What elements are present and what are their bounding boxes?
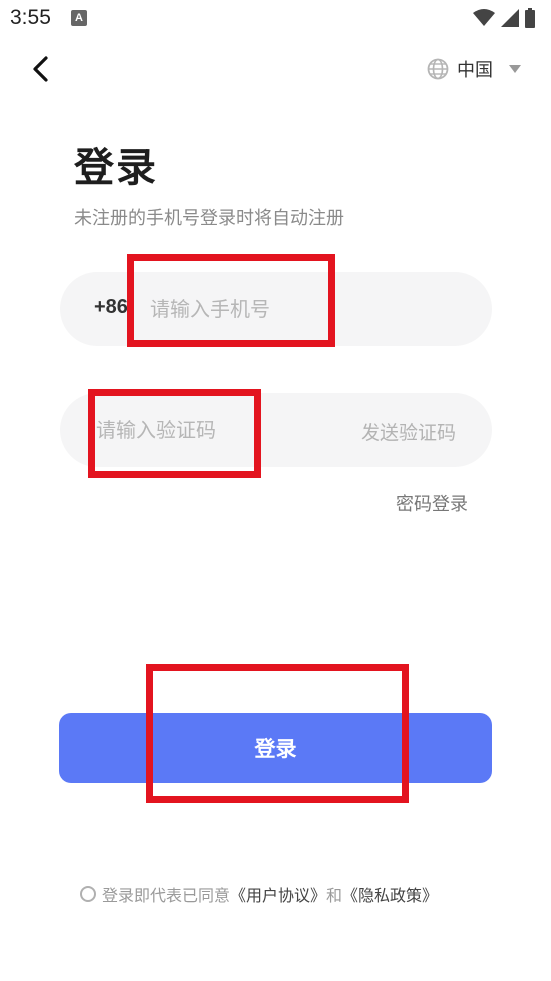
caret-down-icon <box>509 65 521 73</box>
wifi-icon <box>473 9 495 26</box>
signal-icon <box>501 9 519 27</box>
privacy-policy-link[interactable]: 《隐私政策》 <box>342 882 438 906</box>
login-button[interactable]: 登录 <box>59 713 492 783</box>
phone-field: +86 <box>60 272 492 346</box>
password-login-link[interactable]: 密码登录 <box>396 490 468 516</box>
agreement-row: 登录即代表已同意 《用户协议》 和 《隐私政策》 <box>80 882 438 906</box>
user-agreement-link[interactable]: 《用户协议》 <box>230 882 326 906</box>
region-selector[interactable]: 中国 <box>427 56 521 82</box>
page-subtitle: 未注册的手机号登录时将自动注册 <box>74 208 344 229</box>
notification-app-icon: A <box>71 10 87 26</box>
battery-icon <box>525 8 535 28</box>
agreement-conjunction: 和 <box>326 886 343 905</box>
phone-input[interactable] <box>150 289 450 329</box>
status-time: 3:55 <box>10 6 51 29</box>
send-code-button[interactable]: 发送验证码 <box>361 418 456 445</box>
verification-code-field: 发送验证码 <box>60 393 492 467</box>
status-icons <box>473 8 535 28</box>
verification-code-input[interactable] <box>96 410 316 450</box>
back-button[interactable] <box>26 52 58 86</box>
region-label: 中国 <box>457 60 493 81</box>
country-code[interactable]: +86 <box>94 296 128 319</box>
globe-icon <box>427 58 449 80</box>
status-bar: 3:55 A <box>0 0 551 38</box>
page-title: 登录 <box>74 145 158 191</box>
agreement-prefix: 登录即代表已同意 <box>102 886 231 905</box>
agreement-checkbox[interactable] <box>80 886 96 902</box>
chevron-left-icon <box>33 56 48 82</box>
